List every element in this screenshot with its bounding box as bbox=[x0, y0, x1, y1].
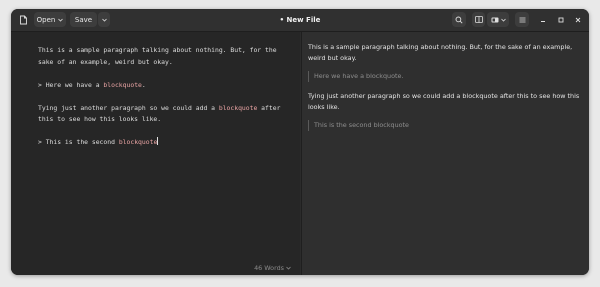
header-bar: Open Save • New File bbox=[11, 9, 589, 32]
toggle-preview-dropdown[interactable] bbox=[487, 12, 509, 27]
editor-text[interactable]: This is a sample paragraph talking about… bbox=[38, 45, 290, 149]
preview-blockquote: Here we have a blockquote. bbox=[308, 71, 585, 82]
maximize-icon bbox=[558, 17, 564, 23]
menu-button[interactable] bbox=[515, 12, 529, 27]
maximize-button[interactable] bbox=[555, 12, 567, 27]
new-document-button[interactable] bbox=[16, 12, 30, 27]
highlighted-word: blockquote bbox=[218, 103, 258, 112]
menu-icon bbox=[519, 17, 526, 23]
editor-paragraph-line: This is a sample paragraph talking about… bbox=[38, 46, 277, 54]
editor-paragraph-line: this to see how this looks like. bbox=[38, 115, 162, 123]
preview-content: This is a sample paragraph talking about… bbox=[308, 42, 585, 140]
markdown-preview: This is a sample paragraph talking about… bbox=[301, 32, 589, 275]
toggle-icon bbox=[491, 17, 499, 23]
preview-blockquote: This is the second blockquote bbox=[308, 120, 585, 131]
editor-paragraph-line: Tying just another paragraph so we could… bbox=[38, 103, 281, 112]
save-button[interactable]: Save bbox=[70, 12, 97, 27]
minimize-button[interactable] bbox=[537, 12, 549, 27]
close-button[interactable] bbox=[572, 12, 584, 27]
word-count-button[interactable]: 46 Words bbox=[254, 264, 291, 272]
word-count-label: 46 Words bbox=[254, 264, 284, 272]
preview-paragraph: Tying just another paragraph so we could… bbox=[308, 92, 580, 111]
chevron-down-icon bbox=[286, 264, 291, 272]
search-icon bbox=[455, 16, 463, 24]
close-icon bbox=[575, 17, 581, 23]
editor-blockquote: > This is the second blockquote bbox=[38, 137, 159, 146]
highlighted-word: blockquote bbox=[118, 138, 158, 146]
save-options-button[interactable] bbox=[98, 12, 110, 27]
chevron-down-icon bbox=[500, 18, 506, 22]
preview-layout-button[interactable] bbox=[472, 12, 485, 27]
chevron-down-icon bbox=[58, 18, 64, 22]
app-window: Open Save • New File This is a sample pa… bbox=[11, 9, 589, 275]
preview-layout-icon bbox=[474, 16, 483, 23]
new-document-icon bbox=[19, 15, 28, 25]
highlighted-word: blockquote bbox=[103, 80, 142, 89]
text-cursor bbox=[157, 137, 159, 145]
preview-paragraph: This is a sample paragraph talking about… bbox=[308, 43, 573, 62]
open-label: Open bbox=[36, 15, 56, 24]
markdown-editor[interactable]: This is a sample paragraph talking about… bbox=[11, 32, 300, 275]
search-button[interactable] bbox=[452, 12, 466, 27]
chevron-down-icon bbox=[101, 18, 107, 22]
editor-blockquote: > Here we have a blockquote. bbox=[38, 80, 146, 89]
editor-paragraph-line: sake of an example, weird but okay. bbox=[38, 57, 173, 66]
open-button[interactable]: Open bbox=[34, 12, 66, 27]
save-label: Save bbox=[74, 15, 93, 24]
minimize-icon bbox=[540, 17, 546, 23]
